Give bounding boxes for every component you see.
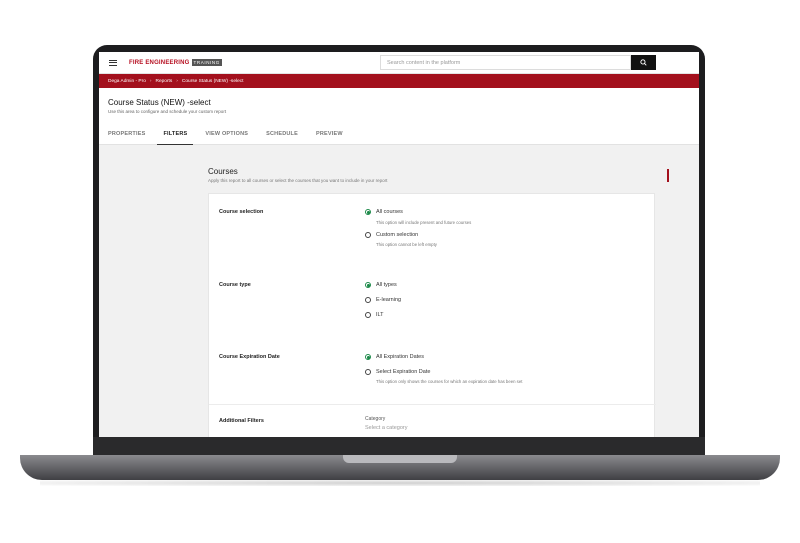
category-select[interactable]: Select a category <box>365 425 408 431</box>
breadcrumb-item-home[interactable]: Dega Admin - Pro <box>108 79 146 84</box>
search-input[interactable]: Search content in the platform <box>380 55 631 70</box>
logo-text: FIRE ENGINEERING <box>129 59 190 66</box>
search-icon <box>640 59 647 66</box>
tab-bar: PROPERTIES FILTERS VIEW OPTIONS SCHEDULE… <box>99 124 352 145</box>
chevron-right-icon: › <box>176 78 178 84</box>
radio-custom-selection[interactable]: Custom selection <box>365 232 418 238</box>
option-label: All courses <box>376 209 403 215</box>
radio-selected-icon <box>365 209 371 215</box>
tab-schedule[interactable]: SCHEDULE <box>257 124 307 145</box>
radio-ilt[interactable]: ILT <box>365 312 384 318</box>
radio-select-expiration-date[interactable]: Select Expiration Date <box>365 369 430 375</box>
radio-e-learning[interactable]: E-learning <box>365 297 401 303</box>
radio-selected-icon <box>365 354 371 360</box>
section-subtitle: Apply this report to all courses or sele… <box>208 178 388 183</box>
section-title: Courses <box>208 167 238 176</box>
course-selection-label: Course selection <box>219 209 264 215</box>
category-label: Category <box>365 416 386 422</box>
radio-unselected-icon <box>365 369 371 375</box>
radio-unselected-icon <box>365 297 371 303</box>
course-expiration-label: Course Expiration Date <box>219 354 280 360</box>
option-label: All Expiration Dates <box>376 354 424 360</box>
divider <box>209 404 656 405</box>
laptop-notch <box>343 455 457 463</box>
filters-card: Course selection All courses This option… <box>208 193 656 437</box>
page-header: Course Status (NEW) -select Use this are… <box>99 88 699 145</box>
tab-preview[interactable]: PREVIEW <box>307 124 352 145</box>
laptop-chin <box>93 437 705 455</box>
breadcrumb-item-current: Course Status (NEW) -select <box>181 78 244 84</box>
option-description: This option only shows the courses for w… <box>376 379 523 384</box>
page-subtitle: Use this area to configure and schedule … <box>108 109 227 114</box>
breadcrumb: Dega Admin - Pro › Reports › Course Stat… <box>99 74 699 88</box>
top-bar: FIRE ENGINEERING TRAINING Search content… <box>99 52 699 74</box>
tab-view-options[interactable]: VIEW OPTIONS <box>196 124 257 145</box>
logo[interactable]: FIRE ENGINEERING TRAINING <box>129 59 222 66</box>
breadcrumb-item-reports[interactable]: Reports <box>155 79 172 84</box>
radio-all-courses[interactable]: All courses <box>365 209 403 215</box>
option-description: This option cannot be left empty <box>376 242 437 247</box>
radio-all-expiration-dates[interactable]: All Expiration Dates <box>365 354 424 360</box>
chevron-right-icon: › <box>149 78 152 84</box>
app-screen: FIRE ENGINEERING TRAINING Search content… <box>99 52 699 437</box>
laptop-shadow <box>40 480 760 486</box>
logo-badge: TRAINING <box>191 59 222 66</box>
option-label: Select Expiration Date <box>376 369 431 375</box>
hamburger-menu-icon[interactable] <box>109 59 117 66</box>
search-button[interactable] <box>631 55 656 70</box>
option-label: ILT <box>376 312 384 318</box>
option-label: E-learning <box>376 297 402 303</box>
main-content: Courses Apply this report to all courses… <box>99 145 699 437</box>
radio-all-types[interactable]: All types <box>365 282 397 288</box>
option-description: This option will include present and fut… <box>376 220 472 225</box>
tab-properties[interactable]: PROPERTIES <box>99 124 154 145</box>
option-label: All types <box>376 282 397 288</box>
laptop-mockup: FIRE ENGINEERING TRAINING Search content… <box>0 0 800 543</box>
radio-selected-icon <box>365 282 371 288</box>
radio-unselected-icon <box>365 312 371 318</box>
additional-filters-label: Additional Filters <box>219 418 264 424</box>
page-title: Course Status (NEW) -select <box>108 98 211 107</box>
scrollbar-thumb[interactable] <box>667 169 669 182</box>
radio-unselected-icon <box>365 232 371 238</box>
option-label: Custom selection <box>376 232 419 238</box>
course-type-label: Course type <box>219 282 251 288</box>
tab-filters[interactable]: FILTERS <box>154 124 196 145</box>
